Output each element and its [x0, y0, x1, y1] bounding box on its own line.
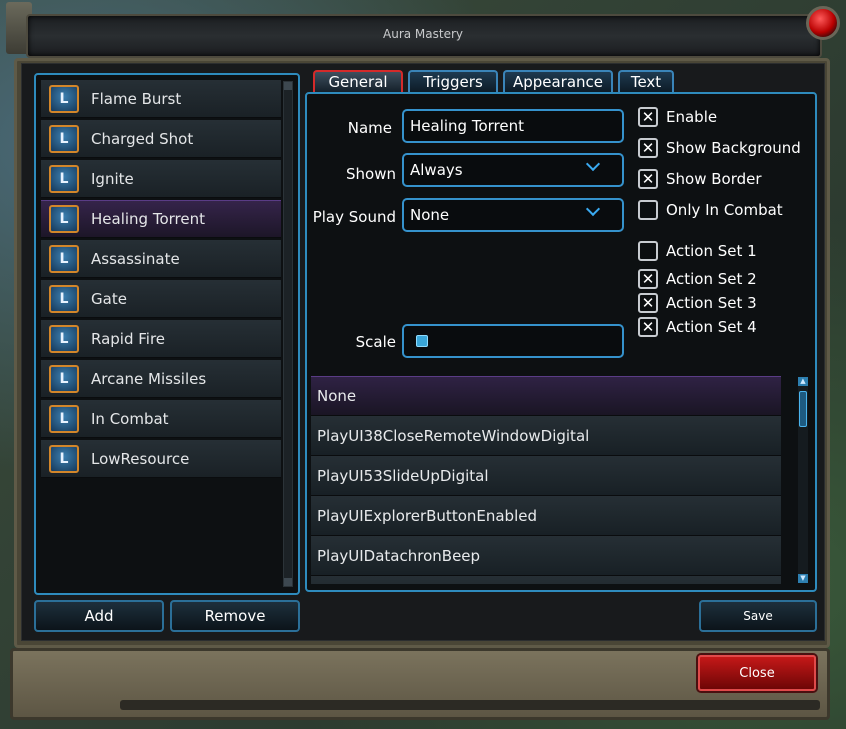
- close-button[interactable]: Close: [698, 655, 816, 691]
- aura-list-item[interactable]: L Gate: [41, 280, 281, 318]
- aura-item-label: Assassinate: [91, 249, 180, 268]
- scrollbar-thumb[interactable]: [799, 391, 807, 427]
- aura-list-item[interactable]: L Arcane Missiles: [41, 360, 281, 398]
- aura-item-label: LowResource: [91, 449, 190, 468]
- play-sound-dropdown[interactable]: None: [402, 198, 624, 232]
- aura-l-icon: L: [49, 124, 79, 153]
- checkbox-checked-icon: ✕: [638, 317, 658, 337]
- aura-item-label: In Combat: [91, 409, 169, 428]
- action-set-1-checkbox[interactable]: Action Set 1: [638, 240, 757, 262]
- aura-l-icon: L: [49, 164, 79, 193]
- only-in-combat-checkbox[interactable]: Only In Combat: [638, 199, 783, 221]
- checkbox-label: Only In Combat: [666, 201, 783, 219]
- enable-checkbox[interactable]: ✕ Enable: [638, 106, 717, 128]
- sound-option[interactable]: PlayUI38CloseRemoteWindowDigital: [311, 416, 781, 456]
- aura-item-label: Ignite: [91, 169, 134, 188]
- tab-appearance[interactable]: Appearance: [503, 70, 613, 92]
- scale-slider[interactable]: [402, 324, 624, 358]
- checkbox-checked-icon: ✕: [638, 269, 658, 289]
- checkbox-label: Action Set 2: [666, 270, 757, 288]
- checkbox-checked-icon: ✕: [638, 169, 658, 189]
- checkbox-checked-icon: ✕: [638, 293, 658, 313]
- aura-l-icon: L: [49, 324, 79, 353]
- show-border-checkbox[interactable]: ✕ Show Border: [638, 168, 762, 190]
- aura-list-panel: L Flame Burst L Charged Shot L Ignite L …: [34, 73, 300, 595]
- checkbox-empty-icon: [638, 200, 658, 220]
- aura-l-icon: L: [49, 244, 79, 273]
- aura-list-item[interactable]: L Assassinate: [41, 240, 281, 278]
- action-set-2-checkbox[interactable]: ✕ Action Set 2: [638, 268, 757, 290]
- shown-dropdown[interactable]: Always: [402, 153, 624, 187]
- sound-list-scrollbar[interactable]: ▲ ▼: [798, 377, 808, 583]
- aura-list-item[interactable]: L Ignite: [41, 160, 281, 198]
- sound-option[interactable]: PlayUI53SlideUpDigital: [311, 456, 781, 496]
- aura-item-label: Healing Torrent: [91, 210, 205, 228]
- aura-item-label: Gate: [91, 289, 127, 308]
- chevron-down-icon: [585, 201, 601, 217]
- sound-option[interactable]: [311, 576, 781, 584]
- aura-list-item[interactable]: L LowResource: [41, 440, 281, 478]
- name-input[interactable]: Healing Torrent: [402, 109, 624, 143]
- checkbox-label: Action Set 4: [666, 318, 757, 336]
- tab-triggers[interactable]: Triggers: [408, 70, 498, 92]
- aura-list-scrollbar[interactable]: [283, 81, 293, 587]
- checkbox-checked-icon: ✕: [638, 107, 658, 127]
- scroll-down-icon[interactable]: ▼: [798, 574, 808, 583]
- sound-option[interactable]: PlayUIExplorerButtonEnabled: [311, 496, 781, 536]
- play-sound-dropdown-value: None: [410, 206, 450, 224]
- aura-l-icon: L: [49, 404, 79, 433]
- checkbox-label: Show Border: [666, 170, 762, 188]
- aura-list-item[interactable]: L Rapid Fire: [41, 320, 281, 358]
- scroll-down-icon[interactable]: [284, 578, 292, 586]
- window-title: Aura Mastery: [383, 27, 463, 41]
- checkbox-label: Enable: [666, 108, 718, 126]
- show-background-checkbox[interactable]: ✕ Show Background: [638, 137, 801, 159]
- scroll-up-icon[interactable]: ▲: [798, 377, 808, 386]
- scale-label: Scale: [355, 333, 396, 351]
- checkbox-label: Action Set 1: [666, 242, 757, 260]
- shown-label: Shown: [346, 165, 396, 183]
- aura-item-label: Arcane Missiles: [91, 369, 207, 388]
- aura-list-item[interactable]: L Charged Shot: [41, 120, 281, 158]
- tab-text[interactable]: Text: [618, 70, 674, 92]
- checkbox-label: Show Background: [666, 139, 801, 157]
- slider-thumb[interactable]: [416, 335, 428, 347]
- chevron-down-icon: [585, 156, 601, 172]
- save-button[interactable]: Save: [699, 600, 817, 632]
- name-input-value: Healing Torrent: [410, 117, 524, 135]
- action-set-3-checkbox[interactable]: ✕ Action Set 3: [638, 292, 757, 314]
- sound-option-selected[interactable]: None: [311, 376, 781, 416]
- shown-dropdown-value: Always: [410, 161, 463, 179]
- footer-rail: [120, 700, 820, 710]
- aura-l-icon: L: [49, 84, 79, 113]
- aura-item-label: Flame Burst: [91, 89, 182, 108]
- checkbox-label: Action Set 3: [666, 294, 757, 312]
- sound-option[interactable]: PlayUIDatachronBeep: [311, 536, 781, 576]
- play-sound-label: Play Sound: [312, 208, 396, 226]
- add-button[interactable]: Add: [34, 600, 164, 632]
- aura-list-item[interactable]: L Flame Burst: [41, 80, 281, 118]
- aura-l-icon: L: [49, 444, 79, 473]
- aura-list-item[interactable]: L In Combat: [41, 400, 281, 438]
- aura-item-label: Charged Shot: [91, 129, 194, 148]
- name-label: Name: [347, 119, 392, 137]
- scroll-up-icon[interactable]: [284, 82, 292, 90]
- tab-general[interactable]: General: [313, 70, 403, 92]
- aura-l-icon: L: [49, 284, 79, 313]
- action-set-4-checkbox[interactable]: ✕ Action Set 4: [638, 316, 757, 338]
- aura-item-label: Rapid Fire: [91, 329, 166, 348]
- remove-button[interactable]: Remove: [170, 600, 300, 632]
- aura-l-icon: L: [49, 205, 79, 233]
- checkbox-checked-icon: ✕: [638, 138, 658, 158]
- aura-list-item-selected[interactable]: L Healing Torrent: [41, 200, 281, 238]
- aura-l-icon: L: [49, 364, 79, 393]
- checkbox-empty-icon: [638, 241, 658, 261]
- sound-option-list: None PlayUI38CloseRemoteWindowDigital Pl…: [311, 376, 783, 584]
